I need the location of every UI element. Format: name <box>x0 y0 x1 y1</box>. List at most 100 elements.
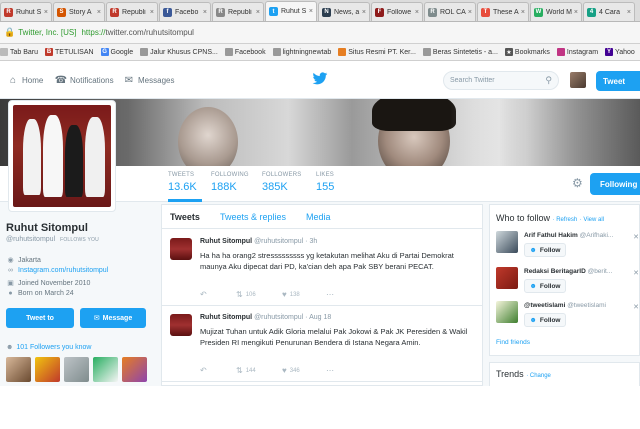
suggested-user[interactable]: Arif Fathul Hakim @Arifhaki... ☻ Follow ✕ <box>496 231 640 263</box>
bookmark-item[interactable]: Y Yahoo <box>605 48 635 56</box>
tab-close-icon[interactable]: × <box>97 9 101 16</box>
search-input[interactable]: Search Twitter ⚲ <box>443 71 559 90</box>
tweet-author-name[interactable]: Ruhut Sitompul <box>200 314 252 321</box>
reply-action[interactable]: ↶ <box>200 366 236 375</box>
suggested-user[interactable]: @tweetislami @tweetislami ☻ Follow ✕ <box>496 301 640 335</box>
twitter-bird-icon[interactable] <box>312 72 328 86</box>
suggested-user-avatar[interactable] <box>496 301 518 323</box>
tab-close-icon[interactable]: × <box>309 8 313 15</box>
follow-button[interactable]: ☻ Follow <box>524 313 566 327</box>
bookmark-item[interactable]: Facebook <box>224 48 266 56</box>
url-text[interactable]: https://twitter.com/ruhutsitompul <box>81 28 194 37</box>
profile-link-text[interactable]: Instagram.com/ruhutsitompul <box>18 267 108 274</box>
browser-tab[interactable]: T These A × <box>477 2 529 21</box>
follower-thumbnail[interactable] <box>93 357 118 382</box>
profile-link[interactable]: ∞ Instagram.com/ruhutsitompul <box>6 267 108 274</box>
bookmark-item[interactable]: lightningnewtab <box>272 48 331 56</box>
following-button[interactable]: Following <box>590 173 640 195</box>
tweet-item[interactable]: Ruhut Sitompul @ruhutsitompul · 3h Ha ha… <box>162 230 482 306</box>
bookmark-item[interactable]: Instagram <box>556 48 598 56</box>
nav-messages[interactable]: ✉ Messages <box>124 61 175 99</box>
followers-you-know-link[interactable]: ☻ 101 Followers you know <box>6 344 91 351</box>
search-icon[interactable]: ⚲ <box>545 75 552 86</box>
profile-avatar[interactable] <box>8 100 116 212</box>
retweet-action[interactable]: ⇅ 106 <box>236 290 282 299</box>
tab-close-icon[interactable]: × <box>362 9 366 16</box>
tweet-timestamp[interactable]: 3h <box>309 238 317 245</box>
tweet-avatar[interactable] <box>170 314 192 336</box>
tab-media[interactable]: Media <box>306 212 331 222</box>
tab-tweets[interactable]: Tweets <box>170 212 200 222</box>
like-action[interactable]: ♥ 138 <box>282 290 326 299</box>
tab-tweets-replies[interactable]: Tweets & replies <box>220 212 286 222</box>
tab-close-icon[interactable]: × <box>468 9 472 16</box>
tweet-timestamp[interactable]: Aug 18 <box>309 314 331 321</box>
suggested-user-name-line[interactable]: Arif Fathul Hakim @Arifhaki... <box>524 232 613 239</box>
suggested-user-name-line[interactable]: Redaksi BeritagarID @berit... <box>524 268 612 275</box>
tweet-avatar[interactable] <box>170 238 192 260</box>
close-icon[interactable]: ✕ <box>633 233 639 241</box>
message-button[interactable]: ✉ Message <box>80 308 146 328</box>
view-all-link[interactable]: View all <box>583 217 604 223</box>
address-bar[interactable]: 🔒 Twitter, Inc. [US] https://twitter.com… <box>0 22 640 44</box>
follow-button[interactable]: ☻ Follow <box>524 243 566 257</box>
trends-change-link[interactable]: Change <box>530 373 551 379</box>
tab-close-icon[interactable]: × <box>574 9 578 16</box>
follower-thumbnail[interactable] <box>64 357 89 382</box>
stat-following[interactable]: FOLLOWING 188K <box>211 172 249 193</box>
bookmark-item[interactable]: Situs Resmi PT. Ker... <box>338 48 416 56</box>
browser-tab[interactable]: f Facebo × <box>159 2 211 21</box>
suggested-user[interactable]: Redaksi BeritagarID @berit... ☻ Follow ✕ <box>496 267 640 299</box>
find-friends-link[interactable]: Find friends <box>496 339 530 346</box>
follower-thumbnail[interactable] <box>122 357 147 382</box>
bookmark-item[interactable]: B TETULISAN <box>45 48 94 56</box>
browser-tab[interactable]: R ROL CA × <box>424 2 476 21</box>
browser-tab[interactable]: t Ruhut S × <box>265 1 317 21</box>
tab-close-icon[interactable]: × <box>415 9 419 16</box>
follower-thumbnail[interactable] <box>6 357 31 382</box>
tweet-author-handle[interactable]: @ruhutsitompul <box>254 238 303 245</box>
bookmark-item[interactable]: Tab Baru <box>0 48 38 56</box>
browser-tab[interactable]: F Followe × <box>371 2 423 21</box>
nav-notifications[interactable]: ☎ Notifications <box>55 61 114 99</box>
more-action[interactable]: ⋯ <box>326 290 337 299</box>
stat-likes[interactable]: LIKES 155 <box>316 172 334 193</box>
tab-close-icon[interactable]: × <box>150 9 154 16</box>
follow-button[interactable]: ☻ Follow <box>524 279 566 293</box>
browser-tab[interactable]: R Republi × <box>212 2 264 21</box>
browser-tab[interactable]: N News, a × <box>318 2 370 21</box>
tweet-author-handle[interactable]: @ruhutsitompul <box>254 314 303 321</box>
browser-tab[interactable]: S Story A × <box>53 2 105 21</box>
stat-tweets[interactable]: TWEETS 13.6K <box>168 172 197 193</box>
nav-home[interactable]: ⌂ Home <box>8 61 43 99</box>
close-icon[interactable]: ✕ <box>633 303 639 311</box>
reply-action[interactable]: ↶ <box>200 290 236 299</box>
browser-tab[interactable]: W World M × <box>530 2 582 21</box>
tweet-item[interactable]: Ruhut Sitompul @ruhutsitompul · Aug 18 M… <box>162 306 482 382</box>
gear-icon[interactable]: ⚙ <box>572 176 583 190</box>
tweet-to-button[interactable]: Tweet to <box>6 308 74 328</box>
suggested-user-avatar[interactable] <box>496 267 518 289</box>
browser-tab[interactable]: 44 Cara × <box>583 2 635 21</box>
tab-close-icon[interactable]: × <box>203 9 207 16</box>
profile-name[interactable]: Ruhut Sitompul <box>6 222 88 234</box>
bookmark-item[interactable]: Jalur Khusus CPNS... <box>140 48 218 56</box>
suggested-user-name-line[interactable]: @tweetislami @tweetislami <box>524 302 606 309</box>
refresh-link[interactable]: Refresh <box>556 217 577 223</box>
follower-thumbnail[interactable] <box>35 357 60 382</box>
compose-tweet-button[interactable]: Tweet <box>596 71 640 91</box>
tab-close-icon[interactable]: × <box>627 9 631 16</box>
tab-close-icon[interactable]: × <box>521 9 525 16</box>
close-icon[interactable]: ✕ <box>633 269 639 277</box>
like-action[interactable]: ♥ 346 <box>282 366 326 375</box>
more-action[interactable]: ⋯ <box>326 366 337 375</box>
bookmark-item[interactable]: Beras Sintetetis - a... <box>422 48 498 56</box>
browser-tab[interactable]: R Ruhut S × <box>0 2 52 21</box>
stat-followers[interactable]: FOLLOWERS 385K <box>262 172 301 193</box>
tab-close-icon[interactable]: × <box>256 9 260 16</box>
retweet-action[interactable]: ⇅ 144 <box>236 366 282 375</box>
browser-tab[interactable]: R Republi × <box>106 2 158 21</box>
account-avatar[interactable] <box>570 72 586 88</box>
suggested-user-avatar[interactable] <box>496 231 518 253</box>
tab-close-icon[interactable]: × <box>44 9 48 16</box>
